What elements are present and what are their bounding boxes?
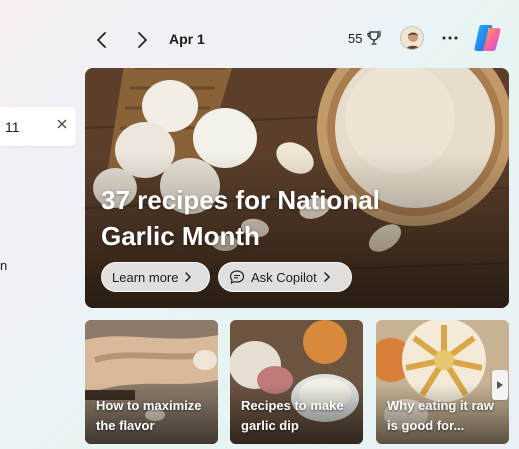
trophy-icon xyxy=(367,30,382,45)
avatar[interactable] xyxy=(400,26,424,50)
search-box[interactable]: 11 xyxy=(0,107,76,146)
article-card-1[interactable]: How to maximize the flavor xyxy=(85,320,218,444)
copilot-logo[interactable] xyxy=(472,23,506,53)
rewards-button[interactable]: 55 xyxy=(348,30,382,46)
ask-copilot-button[interactable]: Ask Copilot xyxy=(218,262,352,292)
forward-button[interactable] xyxy=(130,28,154,52)
play-right-icon xyxy=(497,381,503,389)
rewards-points: 55 xyxy=(348,30,363,46)
chevron-right-small-icon xyxy=(185,272,192,282)
date-label: Apr 1 xyxy=(169,31,205,47)
card-title: How to maximize the flavor xyxy=(96,398,202,433)
close-icon[interactable] xyxy=(56,118,68,130)
hero-card[interactable]: 37 recipes for National Garlic Month Lea… xyxy=(85,68,509,308)
chevron-right-small-icon xyxy=(324,272,330,282)
more-icon xyxy=(442,36,458,40)
learn-more-button[interactable]: Learn more xyxy=(101,262,210,292)
back-button[interactable] xyxy=(90,28,114,52)
avatar-image xyxy=(401,27,423,49)
chevron-right-icon xyxy=(138,32,147,48)
top-bar: Apr 1 55 xyxy=(86,20,519,60)
chevron-left-icon xyxy=(97,32,106,48)
article-card-3[interactable]: Why eating it raw is good for... xyxy=(376,320,509,444)
hero-title[interactable]: 37 recipes for National Garlic Month xyxy=(101,182,421,254)
left-panel-text-fragment: n xyxy=(0,258,8,273)
learn-more-label: Learn more xyxy=(112,269,179,285)
chat-icon xyxy=(229,270,245,285)
more-options-button[interactable] xyxy=(438,26,462,50)
search-input-value[interactable]: 11 xyxy=(5,119,20,135)
card-title: Why eating it raw is good for... xyxy=(387,398,494,433)
card-title: Recipes to make garlic dip xyxy=(241,398,344,433)
carousel-next-button[interactable] xyxy=(492,370,508,400)
article-card-2[interactable]: Recipes to make garlic dip xyxy=(230,320,363,444)
ask-copilot-label: Ask Copilot xyxy=(251,269,317,285)
